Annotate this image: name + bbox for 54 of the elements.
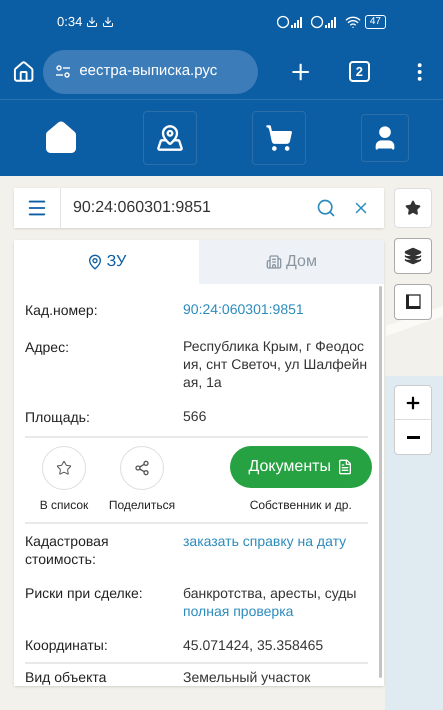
value-text: Земельный участок [183,668,310,686]
field-label: Риски при сделке: [25,584,144,603]
star-icon [56,460,72,476]
value-link[interactable]: заказать справку на дату [183,532,368,550]
value-text: 45.071424, 35.358465 [183,636,324,654]
value-link[interactable]: полная проверка [183,602,368,620]
field-label: Адрес: [25,338,70,357]
value-text: 566 [183,408,206,424]
map-button[interactable] [143,111,197,165]
wifi-icon [344,14,361,30]
map-pin-icon [156,124,184,152]
action-label: Поделиться [108,497,176,514]
field-label: Вид объекта [25,668,108,686]
share-icon [134,460,150,476]
search-field[interactable]: 90:24:060301:9851 [14,188,384,228]
status-time: 0:34 [57,13,82,32]
plus-icon [404,394,422,412]
home-icon [43,120,79,156]
documents-button[interactable]: Документы [230,446,372,488]
value-link[interactable]: 90:24:060301:9851 [183,301,304,317]
layers-button[interactable] [394,238,432,274]
action-label: В список [40,497,88,514]
field-label: Координаты: [25,636,109,654]
cart-icon [265,124,293,152]
favorites-button[interactable] [394,188,432,228]
minus-icon [406,436,420,438]
profile-button[interactable] [361,114,409,162]
layers-icon [404,247,422,265]
field-label: Площадь: [25,408,91,427]
documents-caption: Собственник и др. [250,497,352,514]
cart-button[interactable] [252,111,306,165]
address-bar[interactable]: еестра-выписка.рус [43,50,258,94]
building-icon [266,254,282,270]
field-label: Кадастровая стоимость: [25,532,110,568]
action-button[interactable] [42,446,86,490]
action-button[interactable] [120,446,164,490]
tab[interactable]: Дом [199,240,384,284]
download-icon [86,16,98,28]
url-text: еестра-выписка.рус [79,61,218,82]
download-icon [102,16,114,28]
battery-indicator: 47 [364,15,386,29]
value-text: Республика Крым, г Феодосия, снт Светоч, ул Шалфейная, 1а [183,338,368,390]
tab-count[interactable]: 2 [349,61,370,82]
document-icon [337,459,353,475]
ruler-button[interactable] [394,284,432,320]
scrollbar[interactable] [379,286,382,678]
star-icon [405,200,421,216]
field-label: Кад.номер: [25,301,99,320]
search-icon[interactable] [316,198,336,218]
value-text: банкротства, аресты, суды [183,584,358,602]
tab[interactable]: ЗУ [14,240,199,284]
home-icon[interactable] [12,60,36,84]
site-settings-icon [55,64,72,78]
map-pin-icon [86,254,103,270]
